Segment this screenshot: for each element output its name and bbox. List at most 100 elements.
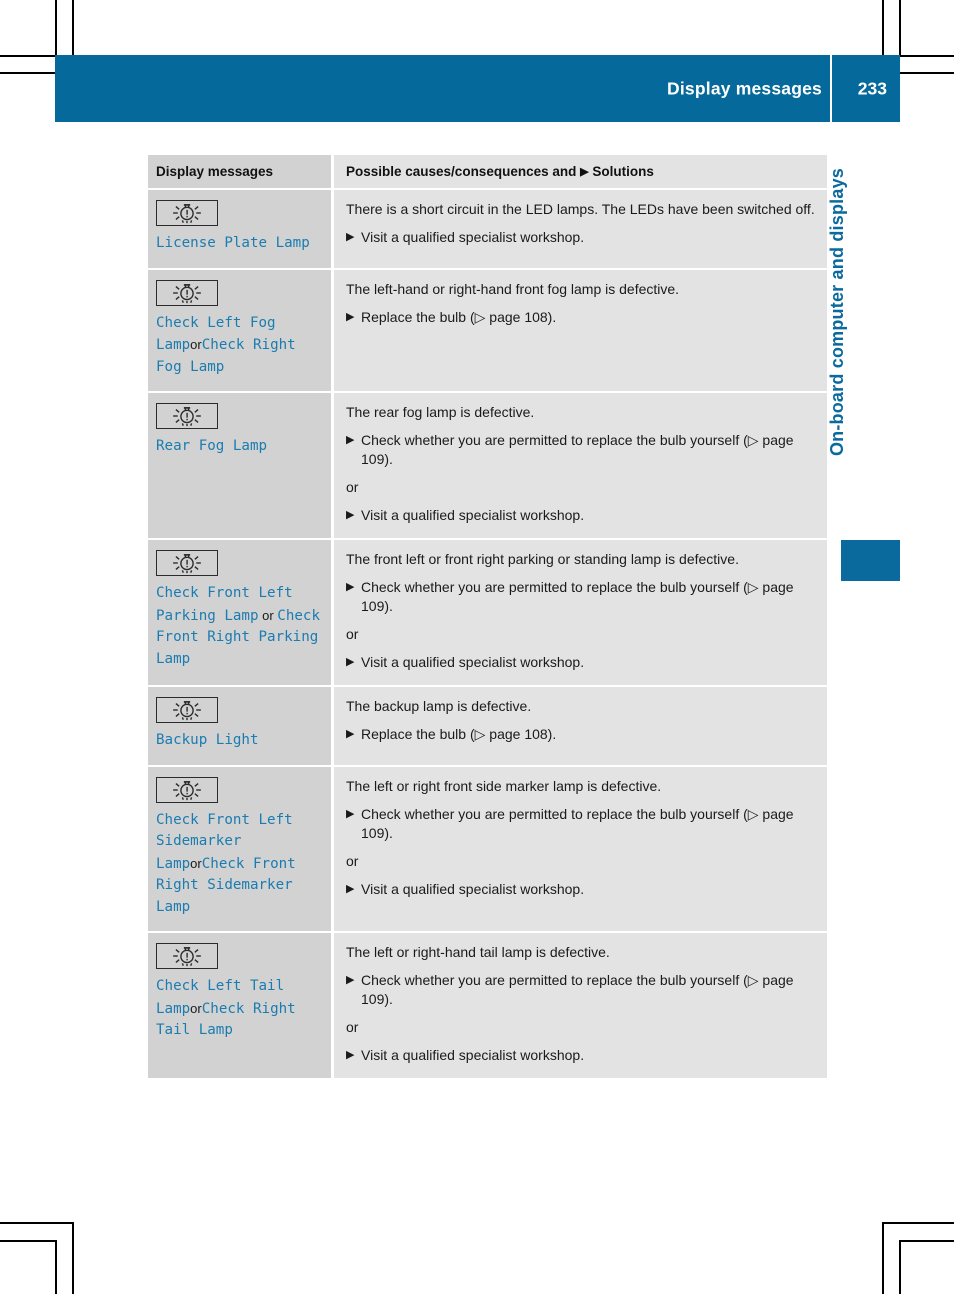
crop-mark-bottom-left-v2: [72, 1222, 74, 1294]
crop-mark-top-left-v1: [55, 0, 57, 55]
column-header-display-messages: Display messages: [156, 164, 274, 179]
display-message-text: Check Left Tail LamporCheck Right Tail L…: [156, 976, 323, 1042]
chapter-tab-marker: [841, 540, 900, 581]
display-message-cell: Check Left Tail LamporCheck Right Tail L…: [148, 933, 331, 1078]
cause-text: The left-hand or right-hand front fog la…: [346, 280, 680, 297]
lamp-warning-icon: [156, 403, 218, 429]
cause-text: There is a short circuit in the LED lamp…: [346, 201, 815, 217]
crop-mark-top-right-v1: [882, 0, 884, 55]
message-or-separator: or: [190, 337, 202, 352]
triangle-bullet-icon: ▶: [346, 1049, 355, 1061]
table-header-cell-messages: Display messages: [148, 155, 331, 188]
alternative-or-label: or: [346, 626, 359, 642]
display-message-cell: Backup Light: [148, 687, 331, 765]
table-body: License Plate Lamp There is a short circu…: [148, 190, 827, 1078]
display-message-text: License Plate Lamp: [156, 233, 323, 255]
crop-mark-top-left-h1: [0, 55, 55, 57]
solution-step: ▶ Visit a qualified specialist workshop.: [346, 653, 815, 672]
lamp-warning-icon: [156, 697, 218, 723]
crop-mark-top-right-h1: [899, 55, 954, 57]
table-header-row: Display messages Possible causes/consequ…: [148, 155, 827, 188]
crop-mark-top-right-v2: [899, 0, 901, 55]
column-header-suffix: Solutions: [592, 164, 654, 179]
cause-text: The left or right front side marker lamp…: [346, 777, 662, 794]
cause-text: The backup lamp is defective.: [346, 698, 532, 714]
alternative-or-label: or: [346, 1019, 359, 1035]
table-row: Check Left Tail LamporCheck Right Tail L…: [148, 933, 827, 1078]
table-row: Check Left Fog LamporCheck Right Fog Lam…: [148, 269, 827, 391]
causes-solutions-cell: The rear fog lamp is defective. ▶ Check wh…: [334, 393, 827, 538]
triangle-bullet-icon: ▶: [346, 231, 355, 243]
causes-solutions-cell: The left or right-hand tail lamp is defe…: [334, 933, 827, 1078]
solution-text: Visit a qualified specialist workshop.: [361, 880, 585, 897]
message-name: Backup Light: [156, 732, 259, 748]
solution-step: ▶ Check whether you are permitted to repl…: [346, 805, 815, 843]
solution-text: Visit a qualified specialist workshop.: [361, 654, 585, 670]
message-name: License Plate Lamp: [156, 235, 310, 251]
triangle-bullet-icon: ▶: [346, 974, 355, 986]
causes-solutions-cell: The left-hand or right-hand front fog la…: [334, 269, 827, 391]
display-messages-table: Display messages Possible causes/consequ…: [148, 155, 827, 1078]
table-row: Backup Light The backup lamp is defective…: [148, 687, 827, 765]
crop-mark-bottom-left-h2: [0, 1240, 56, 1242]
lamp-warning-icon: [156, 943, 218, 969]
crop-mark-top-left-h2: [0, 72, 55, 74]
solution-step: ▶ Visit a qualified specialist workshop.: [346, 1046, 815, 1065]
display-message-text: Check Left Fog LamporCheck Right Fog Lam…: [156, 313, 323, 379]
column-header-causes-solutions: Possible causes/consequences and ▶ Solut…: [346, 164, 815, 179]
triangle-bullet-icon: ▶: [346, 656, 355, 668]
lamp-warning-icon: [156, 279, 218, 306]
crop-mark-bottom-left-h1: [0, 1222, 73, 1224]
page-number: 233: [857, 78, 887, 98]
lamp-warning-icon: [156, 776, 218, 803]
page-title: Display messages: [667, 78, 822, 98]
solution-text: Visit a qualified specialist workshop.: [361, 1047, 585, 1063]
display-message-cell: License Plate Lamp: [148, 190, 331, 268]
header-divider: [830, 55, 832, 122]
solution-step: ▶ Visit a qualified specialist workshop.: [346, 228, 815, 247]
solution-text: Visit a qualified specialist workshop.: [361, 507, 585, 523]
triangle-bullet-icon: ▶: [346, 509, 355, 521]
chapter-tab-label: On-board computer and displays: [827, 168, 847, 457]
crop-mark-top-right-h2: [899, 72, 954, 74]
display-message-cell: Check Front Left Sidemarker LamporCheck …: [148, 766, 331, 931]
alternative-or-label: or: [346, 479, 359, 495]
triangle-bullet-icon: ▶: [580, 166, 589, 178]
causes-solutions-cell: The front left or front right parking or…: [334, 540, 827, 685]
triangle-bullet-icon: ▶: [346, 882, 355, 895]
display-message-text: Rear Fog Lamp: [156, 436, 323, 458]
crop-mark-bottom-left-v1: [55, 1240, 57, 1294]
column-header-prefix: Possible causes/consequences and: [346, 164, 577, 179]
solution-text: Visit a qualified specialist workshop.: [361, 229, 585, 245]
solution-step: ▶ Check whether you are permitted to repl…: [346, 578, 815, 616]
solution-text: Check whether you are permitted to repla…: [361, 432, 794, 467]
message-or-separator: or: [190, 1000, 202, 1016]
cause-text: The left or right-hand tail lamp is defe…: [346, 944, 610, 960]
display-message-cell: Check Front Left Parking Lamp or Check F…: [148, 540, 331, 685]
triangle-bullet-icon: ▶: [346, 807, 355, 820]
display-message-cell: Rear Fog Lamp: [148, 393, 331, 538]
solution-text: Replace the bulb (▷ page 108).: [361, 726, 557, 742]
causes-solutions-cell: The backup lamp is defective. ▶ Replace th…: [334, 687, 827, 765]
crop-mark-top-left-v2: [72, 0, 74, 55]
cause-text: The front left or front right parking or…: [346, 551, 739, 567]
alternative-or-label: or: [346, 852, 359, 869]
solution-step: ▶ Replace the bulb (▷ page 108).: [346, 308, 815, 327]
solution-text: Check whether you are permitted to repla…: [361, 805, 794, 841]
crop-mark-bottom-right-v1: [882, 1222, 884, 1294]
solution-step: ▶ Visit a qualified specialist workshop.: [346, 880, 815, 899]
cause-text: The rear fog lamp is defective.: [346, 404, 535, 420]
message-or-separator: or: [258, 607, 278, 623]
page-header-bar: Display messages 233: [55, 55, 900, 122]
causes-solutions-cell: There is a short circuit in the LED lamp…: [334, 190, 827, 268]
display-message-cell: Check Left Fog LamporCheck Right Fog Lam…: [148, 269, 331, 391]
table-header-cell-solutions: Possible causes/consequences and ▶ Solut…: [334, 155, 827, 188]
triangle-bullet-icon: ▶: [346, 728, 355, 740]
solution-text: Replace the bulb (▷ page 108).: [361, 308, 557, 325]
display-message-text: Check Front Left Sidemarker LamporCheck …: [156, 810, 323, 919]
solution-step: ▶ Replace the bulb (▷ page 108).: [346, 725, 815, 744]
display-message-text: Backup Light: [156, 730, 323, 752]
display-message-text: Check Front Left Parking Lamp or Check F…: [156, 583, 323, 670]
crop-mark-bottom-right-h1: [882, 1222, 954, 1224]
solution-step: ▶ Visit a qualified specialist workshop.: [346, 506, 815, 525]
